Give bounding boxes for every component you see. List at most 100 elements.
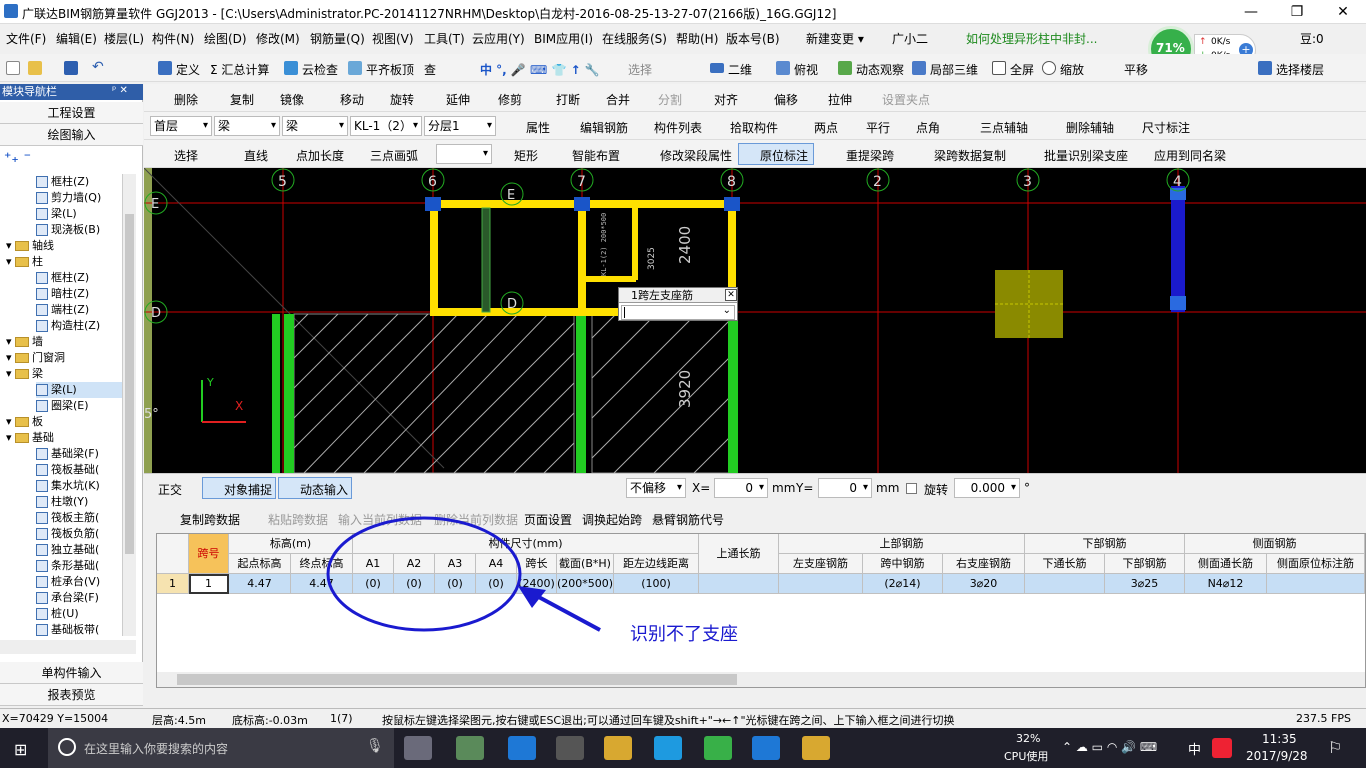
menu-modify[interactable]: 修改(M): [256, 30, 300, 47]
flush-slab-button[interactable]: 平齐板顶: [366, 61, 414, 78]
tree-item[interactable]: 基础梁(F): [36, 446, 124, 462]
component-select[interactable]: KL-1（2）: [350, 116, 422, 136]
tab-report-preview[interactable]: 报表预览: [0, 684, 143, 706]
object-snap-toggle[interactable]: 对象捕捉: [224, 481, 272, 498]
grid-cell[interactable]: 3⌀20: [943, 574, 1025, 594]
layer-select[interactable]: 分层1: [424, 116, 496, 136]
grid-cell[interactable]: [1267, 574, 1365, 594]
menu-cloud[interactable]: 云应用(Y): [472, 30, 525, 47]
menu-file[interactable]: 文件(F): [6, 30, 46, 47]
menu-version[interactable]: 版本号(B): [726, 30, 780, 47]
menu-edit[interactable]: 编辑(E): [56, 30, 97, 47]
search-box[interactable]: 在这里输入你要搜索的内容 🎙: [48, 728, 394, 768]
delete-button[interactable]: 删除: [174, 91, 198, 108]
chevron-down-icon[interactable]: ▾: [6, 335, 15, 348]
copy-span-data-button[interactable]: 复制跨数据: [180, 511, 240, 528]
file-explorer-icon[interactable]: [604, 736, 632, 760]
tree-item[interactable]: 梁(L): [36, 382, 124, 398]
chevron-down-icon[interactable]: ⌄: [723, 305, 731, 316]
ortho-toggle[interactable]: 正交: [158, 481, 182, 498]
chevron-down-icon[interactable]: ▾: [6, 351, 15, 364]
re-extract-span-dropdown[interactable]: 重提梁跨: [846, 147, 894, 164]
grid-hscroll[interactable]: [157, 672, 1365, 687]
menu-online[interactable]: 在线服务(S): [602, 30, 667, 47]
tree-item[interactable]: 承台梁(F): [36, 590, 124, 606]
glodon-app-icon[interactable]: [654, 736, 682, 760]
chevron-down-icon[interactable]: ▾: [6, 255, 15, 268]
ime-indicator[interactable]: 中: [1188, 739, 1201, 758]
cantilever-rebar-code-button[interactable]: 悬臂钢筋代号: [652, 511, 724, 528]
tree-item[interactable]: 端柱(Z): [36, 302, 124, 318]
chevron-down-icon[interactable]: ▾: [6, 239, 15, 252]
summary-calc-button[interactable]: Σ 汇总计算: [210, 61, 269, 78]
ime-mode[interactable]: 中 °, 🎤 ⌨ 👕 ↑ 🔧: [480, 61, 600, 78]
align-dropdown[interactable]: 对齐: [714, 91, 738, 108]
pin-close-icon[interactable]: ᵖ ✕: [112, 85, 128, 96]
360-browser-icon[interactable]: [704, 736, 732, 760]
move-button[interactable]: 移动: [340, 91, 364, 108]
local-3d-button[interactable]: 局部三维: [930, 61, 978, 78]
tree-item[interactable]: 梁(L): [36, 206, 124, 222]
tab-drawing-input[interactable]: 绘图输入: [0, 124, 143, 146]
mirror-button[interactable]: 镜像: [280, 91, 304, 108]
tree-item[interactable]: 柱墩(Y): [36, 494, 124, 510]
point-angle-button[interactable]: 点角: [916, 119, 940, 136]
close-button[interactable]: ✕: [1320, 0, 1366, 24]
trim-button[interactable]: 修剪: [498, 91, 522, 108]
chevron-down-icon[interactable]: ▾: [6, 367, 15, 380]
menu-component[interactable]: 构件(N): [152, 30, 194, 47]
expand-collapse-icons[interactable]: ⁺₊ ⁻: [4, 150, 31, 166]
rectangle-button[interactable]: 矩形: [514, 147, 538, 164]
fullscreen-button[interactable]: 全屏: [1010, 61, 1034, 78]
zoom-dropdown[interactable]: 缩放: [1060, 61, 1084, 78]
save-icon[interactable]: [64, 61, 78, 75]
tree-item[interactable]: ▾ 板: [6, 414, 124, 430]
popup-close-icon[interactable]: ✕: [725, 289, 737, 301]
menu-floor[interactable]: 楼层(L): [104, 30, 144, 47]
rotate-checkbox[interactable]: [906, 483, 917, 494]
define-button[interactable]: 定义: [176, 61, 200, 78]
properties-button[interactable]: 属性: [526, 119, 550, 136]
tree-item[interactable]: 暗柱(Z): [36, 286, 124, 302]
tree-item[interactable]: ▾ 基础: [6, 430, 124, 446]
tree-item[interactable]: ▾ 门窗洞: [6, 350, 124, 366]
extend-button[interactable]: 延伸: [446, 91, 470, 108]
tree-hscroll[interactable]: [0, 640, 136, 654]
set-grip-button[interactable]: 设置夹点: [882, 91, 930, 108]
grid-cell[interactable]: [779, 574, 863, 594]
tree-item[interactable]: ▾ 轴线: [6, 238, 124, 254]
tree-item[interactable]: 现浇板(B): [36, 222, 124, 238]
three-point-arc-dropdown[interactable]: 三点画弧: [370, 147, 418, 164]
tree-item[interactable]: ▾ 梁: [6, 366, 124, 382]
merge-button[interactable]: 合并: [606, 91, 630, 108]
split-button[interactable]: 分割: [658, 91, 682, 108]
menu-help[interactable]: 帮助(H): [676, 30, 718, 47]
menu-view[interactable]: 视图(V): [372, 30, 414, 47]
apply-same-name-button[interactable]: 应用到同名梁: [1154, 147, 1226, 164]
2d-dropdown[interactable]: 二维: [728, 61, 752, 78]
x-input[interactable]: 0: [714, 478, 768, 498]
line-button[interactable]: 直线: [244, 147, 268, 164]
glodon-ggj-icon[interactable]: [752, 736, 780, 760]
select-floor-button[interactable]: 选择楼层: [1276, 61, 1324, 78]
tab-single-component[interactable]: 单构件输入: [0, 662, 143, 684]
tab-project-settings[interactable]: 工程设置: [0, 102, 143, 124]
tree-item[interactable]: ▾ 墙: [6, 334, 124, 350]
pick-component-button[interactable]: 拾取构件: [730, 119, 778, 136]
menu-bim[interactable]: BIM应用(I): [534, 30, 593, 47]
top-view-dropdown[interactable]: 俯视: [794, 61, 818, 78]
find-button[interactable]: 查: [424, 61, 436, 78]
restore-button[interactable]: ❐: [1274, 0, 1320, 24]
copy-button[interactable]: 复制: [230, 91, 254, 108]
notes-app-icon[interactable]: [802, 736, 830, 760]
select-dropdown[interactable]: 选择: [174, 147, 198, 164]
component-list-button[interactable]: 构件列表: [654, 119, 702, 136]
tree-item[interactable]: 桩承台(V): [36, 574, 124, 590]
stretch-button[interactable]: 拉伸: [828, 91, 852, 108]
point-length-button[interactable]: 点加长度: [296, 147, 344, 164]
menu-assistant[interactable]: 广小二: [892, 30, 928, 47]
tray-icons[interactable]: ⌃ ☁ ▭ ◠ 🔊 ⌨: [1062, 740, 1157, 754]
grid-cell[interactable]: [1025, 574, 1105, 594]
modify-span-props-button[interactable]: 修改梁段属性: [660, 147, 732, 164]
tree-scrollbar[interactable]: [122, 174, 136, 636]
